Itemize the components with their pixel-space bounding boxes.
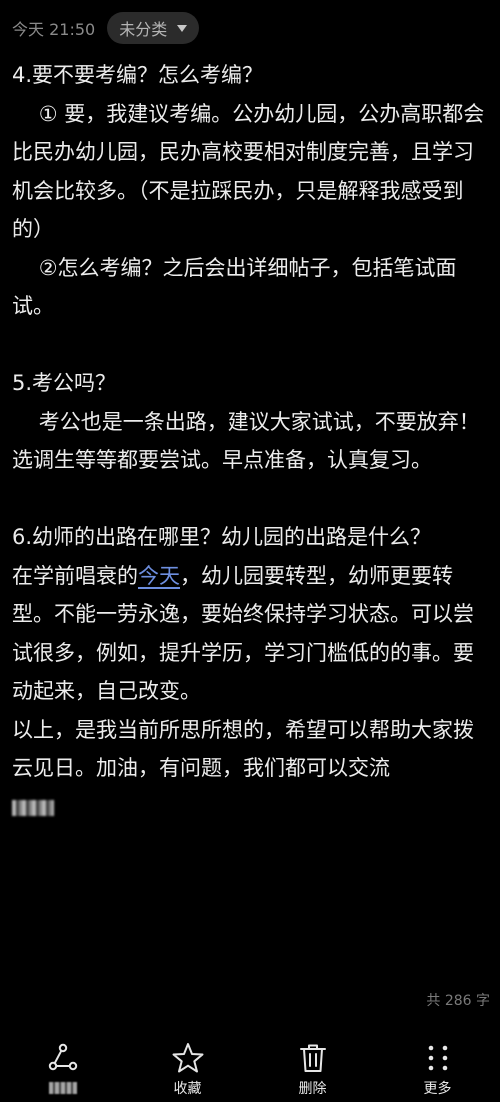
star-icon (172, 1043, 203, 1073)
share-button[interactable] (0, 1040, 125, 1102)
favorite-label: 收藏 (173, 1081, 202, 1097)
more-label: 更多 (423, 1081, 452, 1097)
section4-title: 4.要不要考编？怎么考编？ (12, 63, 264, 87)
category-dropdown[interactable]: 未分类 (107, 12, 200, 44)
section6-paragraph-1: 在学前唱衰的今天，幼儿园要转型，幼师更要转型。不能一劳永逸，要始终保持学习状态。… (12, 557, 494, 711)
today-link[interactable]: 今天 (138, 564, 180, 588)
more-icon (428, 1045, 447, 1071)
category-label: 未分类 (119, 20, 168, 39)
delete-button[interactable]: 删除 (250, 1040, 375, 1102)
timestamp: 今天 21:50 (12, 20, 96, 39)
section5-paragraph-1: 考公也是一条出路，建议大家试试，不要放弃！选调生等等都要尝试。早点准备，认真复习… (12, 409, 480, 473)
share-icon (48, 1043, 77, 1071)
bottom-toolbar: 收藏 删除 更多 (0, 1040, 500, 1102)
closing-text: 以上，是我当前所思所想的，希望可以帮助大家拨云见日。加油，有问题，我们都可以交流 (12, 717, 474, 781)
section4-paragraph-1: ① 要，我建议考编。公办幼儿园，公办高职都会比民办幼儿园，民办高校要相对制度完善… (12, 101, 485, 242)
share-label-blurred (48, 1082, 77, 1094)
section6-text-before-link: 在学前唱衰的 (12, 563, 138, 588)
section4-paragraph-2: ②怎么考编？之后会出详细帖子，包括笔试面试。 (12, 255, 457, 319)
closing-paragraph: 以上，是我当前所思所想的，希望可以帮助大家拨云见日。加油，有问题，我们都可以交流 (12, 711, 494, 788)
emoji-line (12, 788, 494, 827)
caret-down-icon (177, 24, 188, 32)
word-count: 共 286 字 (426, 993, 490, 1009)
delete-label: 删除 (298, 1081, 327, 1097)
section5-title: 5.考公吗？ (12, 371, 117, 395)
favorite-button[interactable]: 收藏 (125, 1040, 250, 1102)
more-button[interactable]: 更多 (375, 1040, 500, 1102)
section6-title: 6.幼师的出路在哪里？幼儿园的出路是什么？ (12, 525, 432, 549)
note-body[interactable]: 4.要不要考编？怎么考编？ ① 要，我建议考编。公办幼儿园，公办高职都会比民办幼… (12, 56, 494, 826)
emoji-icon (12, 799, 54, 816)
trash-icon (299, 1044, 326, 1072)
note-header: 今天 21:50 未分类 (12, 12, 200, 44)
